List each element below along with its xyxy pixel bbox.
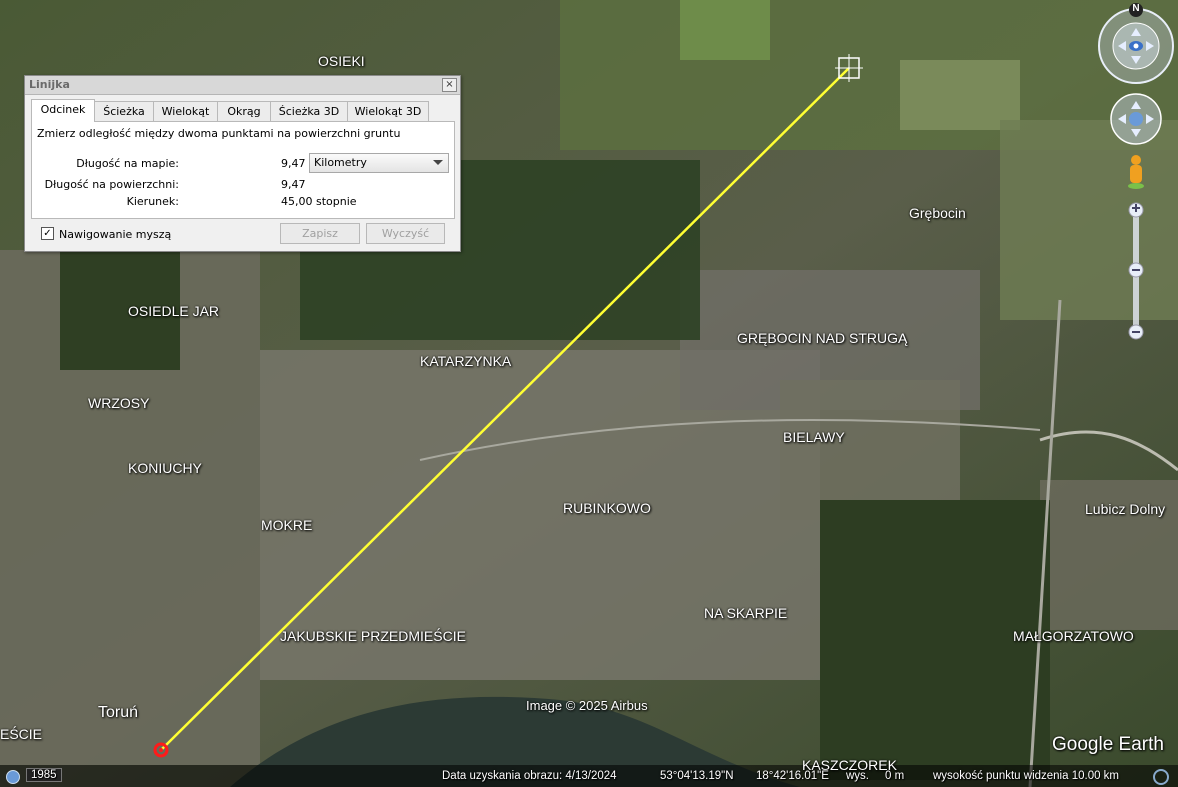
ground-length-label: Długość na powierzchni:	[44, 178, 179, 191]
map-label: WRZOSY	[88, 395, 150, 411]
close-icon[interactable]: ×	[442, 78, 457, 92]
map-label: KONIUCHY	[128, 460, 202, 476]
imagery-date: Data uzyskania obrazu: 4/13/2024	[442, 770, 617, 782]
tab-polygon[interactable]: Wielokąt	[153, 101, 218, 121]
longitude-readout: 18°42'16.01"E	[756, 770, 829, 782]
elevation-readout: wys. 0 m	[846, 770, 905, 782]
map-label: NA SKARPIE	[704, 605, 788, 621]
map-label: BIELAWY	[783, 429, 845, 445]
segment-panel: Zmierz odległość między dwoma punktami n…	[31, 121, 455, 219]
map-label: MAŁGORZATOWO	[1013, 628, 1134, 644]
map-label: KATARZYNKA	[420, 353, 512, 369]
dialog-titlebar[interactable]: Linijka ×	[25, 76, 460, 95]
map-label: EŚCIE	[0, 726, 43, 742]
latitude-readout: 53°04'13.19"N	[660, 770, 734, 782]
ground-length-value: 9,47	[281, 178, 306, 191]
map-label: RUBINKOWO	[563, 500, 651, 516]
tab-path[interactable]: Ścieżka	[94, 101, 154, 121]
historical-imagery-icon[interactable]	[6, 770, 20, 784]
map-length-value: 9,47	[281, 157, 306, 170]
map-label: JAKUBSKIE PRZEDMIEŚCIE	[280, 628, 466, 644]
dialog-title: Linijka	[29, 78, 70, 91]
google-earth-logo: Google Earth	[1052, 734, 1164, 755]
ruler-dialog: Linijka × Odcinek Ścieżka Wielokąt Okrąg…	[24, 75, 461, 252]
historical-year[interactable]: 1985	[26, 768, 62, 782]
compass-north-label: N	[1132, 3, 1140, 14]
streaming-status-icon	[1153, 769, 1169, 785]
zoom-slider[interactable]	[1128, 202, 1144, 340]
map-label: MOKRE	[261, 517, 313, 533]
tab-polygon-3d[interactable]: Wielokąt 3D	[347, 101, 429, 121]
unit-select[interactable]: Kilometry	[309, 153, 449, 173]
map-label: Toruń	[98, 704, 139, 721]
map-label: OSIEDLE JAR	[128, 303, 220, 319]
compass-icon[interactable]	[1098, 3, 1174, 84]
measure-description: Zmierz odległość między dwoma punktami n…	[37, 127, 401, 140]
map-label: Grębocin	[909, 205, 966, 221]
heading-label: Kierunek:	[126, 195, 179, 208]
save-button[interactable]: Zapisz	[280, 223, 360, 244]
map-label: OSIEKI	[318, 53, 365, 69]
mouse-nav-label: Nawigowanie myszą	[59, 228, 172, 241]
tab-segment[interactable]: Odcinek	[31, 99, 95, 122]
chevron-down-icon	[433, 160, 443, 165]
map-label: GRĘBOCIN NAD STRUGĄ	[737, 330, 908, 346]
eye-altitude-readout: wysokość punktu widzenia 10.00 km	[933, 770, 1120, 782]
clear-button[interactable]: Wyczyść	[366, 223, 445, 244]
street-view-pegman-icon[interactable]	[1128, 155, 1144, 189]
imagery-attribution: Image © 2025 Airbus	[526, 698, 648, 713]
mouse-nav-checkbox[interactable]: ✓	[41, 227, 54, 240]
tab-circle[interactable]: Okrąg	[217, 101, 271, 121]
map-length-label: Długość na mapie:	[76, 157, 179, 170]
tab-path-3d[interactable]: Ścieżka 3D	[270, 101, 348, 121]
heading-value: 45,00 stopnie	[281, 195, 357, 208]
unit-select-value: Kilometry	[314, 156, 367, 169]
pan-icon[interactable]	[1110, 93, 1162, 145]
navigation-controls	[1098, 3, 1174, 340]
map-label: Lubicz Dolny	[1085, 501, 1166, 517]
